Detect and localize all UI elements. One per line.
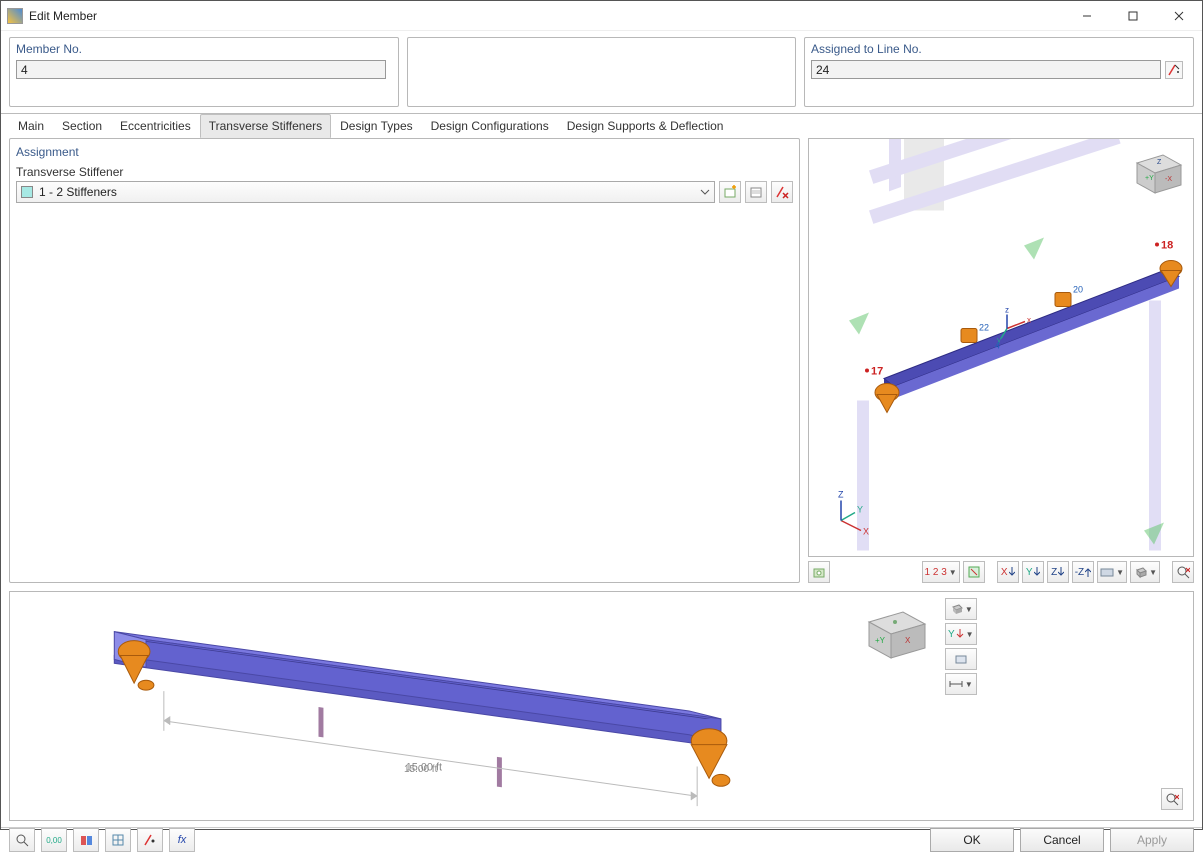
view-y-button[interactable]: Y (1022, 561, 1044, 583)
new-stiffener-button[interactable] (719, 181, 741, 203)
viewport-toolbar: 1 2 3▼ X Y Z -Z ▼ ▼ (808, 557, 1194, 583)
color-swatch-icon (21, 186, 33, 198)
node-17-label: 17 (871, 366, 883, 378)
node-22-label: 22 (979, 323, 989, 333)
right-pane: +Y -X Z (808, 138, 1194, 583)
window-buttons (1064, 1, 1202, 31)
view-minus-z-button[interactable]: -Z (1072, 561, 1094, 583)
help-button[interactable] (9, 828, 35, 852)
minimize-button[interactable] (1064, 1, 1110, 31)
member-no-label: Member No. (16, 42, 392, 56)
main-area: Assignment Transverse Stiffener 1 - 2 St… (1, 138, 1202, 591)
panel-member-no: Member No. 4 (9, 37, 399, 107)
view-x-button[interactable]: X (997, 561, 1019, 583)
preview-iso-button[interactable]: ▼ (945, 598, 977, 620)
numbering-button[interactable]: 1 2 3▼ (922, 561, 960, 583)
svg-text:X: X (905, 636, 911, 645)
cancel-button[interactable]: Cancel (1020, 828, 1104, 852)
header-panels: Member No. 4 Assigned to Line No. 24 (1, 31, 1202, 114)
edit-stiffener-button[interactable] (745, 181, 767, 203)
member-4-label: 4 (995, 341, 1000, 351)
view-z-button[interactable]: Z (1047, 561, 1069, 583)
assigned-line-label: Assigned to Line No. (811, 42, 1187, 56)
panel-blank (407, 37, 796, 107)
snapshot-button[interactable] (808, 561, 830, 583)
preview-y-axis-button[interactable]: Y ▼ (945, 623, 977, 645)
svg-text:z: z (1005, 306, 1009, 315)
member-no-input[interactable]: 4 (16, 60, 386, 79)
dimension-label: 15.00 ft (404, 764, 437, 775)
tab-design-configurations[interactable]: Design Configurations (422, 114, 558, 138)
svg-text:Y: Y (857, 505, 863, 515)
node-20-label: 20 (1073, 285, 1083, 295)
preview-svg: 15.00 ft (10, 592, 853, 820)
window-title: Edit Member (29, 9, 1064, 23)
transverse-stiffener-label: Transverse Stiffener (16, 165, 793, 179)
transverse-stiffener-row: 1 - 2 Stiffeners (16, 181, 793, 203)
grid-button[interactable] (105, 828, 131, 852)
dialog-window: Edit Member Member No. 4 Assigned to Lin… (0, 0, 1203, 830)
preview-dimensions-button[interactable]: ▼ (945, 673, 977, 695)
close-button[interactable] (1156, 1, 1202, 31)
tab-design-supports-deflection[interactable]: Design Supports & Deflection (558, 114, 733, 138)
footer-left-buttons: 0,00 fx (9, 828, 195, 852)
rendering-button[interactable] (73, 828, 99, 852)
preview-reset-button[interactable] (1161, 788, 1183, 810)
apply-button[interactable]: Apply (1110, 828, 1194, 852)
assigned-line-input[interactable]: 24 (811, 60, 1161, 79)
units-button[interactable]: 0,00 (41, 828, 67, 852)
viewport-3d[interactable]: +Y -X Z (808, 138, 1194, 557)
tab-transverse-stiffeners[interactable]: Transverse Stiffeners (200, 114, 331, 138)
display-mode-button[interactable]: ▼ (1097, 561, 1127, 583)
svg-text:+Y: +Y (1145, 175, 1154, 182)
combo-value: 1 - 2 Stiffeners (39, 185, 117, 199)
titlebar: Edit Member (1, 1, 1202, 31)
delete-stiffener-button[interactable] (771, 181, 793, 203)
tab-eccentricities[interactable]: Eccentricities (111, 114, 200, 138)
ok-button[interactable]: OK (930, 828, 1014, 852)
node-18-label: 18 (1161, 240, 1173, 252)
tab-bar: Main Section Eccentricities Transverse S… (1, 114, 1202, 138)
svg-text:-X: -X (1165, 176, 1172, 183)
pick-button[interactable] (137, 828, 163, 852)
svg-text:Z: Z (838, 490, 844, 500)
transverse-stiffener-combo[interactable]: 1 - 2 Stiffeners (16, 181, 715, 203)
preview-canvas[interactable]: 15.00 ft 15.00 ft (10, 592, 853, 820)
preview-nav-cube[interactable]: +Y X (853, 600, 933, 664)
tab-section[interactable]: Section (53, 114, 111, 138)
svg-text:+Y: +Y (875, 636, 886, 645)
footer: 0,00 fx OK Cancel Apply (1, 827, 1202, 852)
function-button[interactable]: fx (169, 828, 195, 852)
nav-cube[interactable]: +Y -X Z (1123, 145, 1187, 197)
footer-right-buttons: OK Cancel Apply (930, 828, 1194, 852)
preview-side-buttons: ▼ Y ▼ ▼ (945, 598, 977, 695)
preview-side: +Y X ▼ Y ▼ ▼ (853, 592, 1193, 820)
svg-text:x: x (1027, 316, 1031, 325)
svg-text:X: X (863, 527, 869, 537)
pick-line-button[interactable] (1165, 61, 1183, 79)
reset-view-button[interactable] (1172, 561, 1194, 583)
show-loads-button[interactable] (963, 561, 985, 583)
tab-design-types[interactable]: Design Types (331, 114, 422, 138)
scene-svg: x y z 17 18 20 22 4 (809, 139, 1193, 556)
member-preview: 15.00 ft 15.00 ft +Y X ▼ (9, 591, 1194, 821)
app-icon (7, 8, 23, 24)
lower-area: 15.00 ft 15.00 ft +Y X ▼ (1, 591, 1202, 827)
tab-main[interactable]: Main (9, 114, 53, 138)
chevron-down-icon (698, 185, 712, 199)
preview-section-button[interactable] (945, 648, 977, 670)
assignment-pane: Assignment Transverse Stiffener 1 - 2 St… (9, 138, 800, 583)
svg-text:Z: Z (1157, 159, 1162, 166)
panel-assigned-line: Assigned to Line No. 24 (804, 37, 1194, 107)
iso-view-button[interactable]: ▼ (1130, 561, 1160, 583)
maximize-button[interactable] (1110, 1, 1156, 31)
assignment-heading: Assignment (16, 145, 793, 159)
